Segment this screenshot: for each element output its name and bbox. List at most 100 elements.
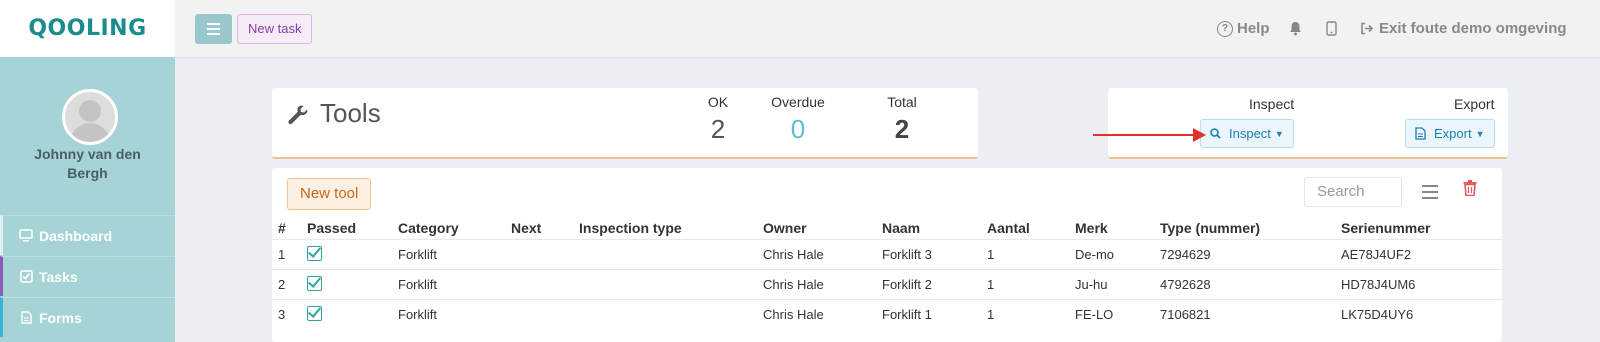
help-label: Help <box>1237 20 1270 37</box>
actions-card: Inspect Inspect ▼ Export Export ▼ <box>1108 88 1508 159</box>
exit-label: Exit foute demo omgeving <box>1379 20 1567 37</box>
question-circle-icon: ? <box>1217 20 1233 37</box>
sign-out-icon <box>1361 22 1374 35</box>
column-header[interactable]: Inspection type <box>573 216 757 240</box>
search-icon <box>1210 128 1221 139</box>
table-row[interactable]: 1 Forklift Chris Hale Forklift 3 1 De-mo… <box>272 239 1502 270</box>
column-header[interactable]: Aantal <box>981 216 1069 240</box>
ok-value: 2 <box>710 114 726 144</box>
table-header-row: # Passed Category Next Inspection type O… <box>272 216 1502 240</box>
avatar-body-shape <box>70 123 110 142</box>
overdue-label: Overdue <box>771 94 825 110</box>
exit-demo-link[interactable]: Exit foute demo omgeving <box>1360 0 1567 57</box>
column-header[interactable]: # <box>272 216 301 240</box>
notifications-button[interactable] <box>1289 0 1302 57</box>
column-header[interactable]: Naam <box>876 216 981 240</box>
monitor-icon <box>19 229 33 243</box>
cell-naam: Forklift 3 <box>876 239 981 270</box>
file-text-icon <box>1415 127 1426 140</box>
slider-line <box>1422 191 1438 193</box>
cell-category: Forklift <box>392 269 505 300</box>
total-label: Total <box>887 94 917 110</box>
column-header[interactable]: Owner <box>757 216 876 240</box>
cell-number: 1 <box>272 239 301 270</box>
cell-merk: Ju-hu <box>1069 269 1154 300</box>
mobile-icon <box>1326 21 1337 36</box>
cell-category: Forklift <box>392 299 505 329</box>
cell-merk: De-mo <box>1069 239 1154 270</box>
column-header[interactable]: Passed <box>301 216 392 240</box>
cell-owner: Chris Hale <box>757 239 876 270</box>
menu-toggle-button[interactable] <box>195 14 232 44</box>
help-link[interactable]: ? Help <box>1217 0 1270 57</box>
check-square-icon <box>307 275 322 291</box>
check-square-icon <box>19 270 33 284</box>
check-square-icon <box>307 305 322 321</box>
sidebar-item-label: Forms <box>39 309 82 326</box>
sliders-icon[interactable] <box>1422 181 1438 201</box>
total-value: 2 <box>894 114 910 144</box>
cell-type: 7106821 <box>1154 299 1335 329</box>
sidebar: QOOLING Johnny van den Bergh Dashboard T… <box>0 0 175 342</box>
inspect-button-label: Inspect <box>1229 126 1271 141</box>
column-header[interactable]: Type (nummer) <box>1154 216 1335 240</box>
cell-inspection-type <box>573 239 757 270</box>
new-tool-button[interactable]: New tool <box>287 178 372 210</box>
page-title: Tools <box>320 98 381 128</box>
avatar-head-shape <box>79 100 101 122</box>
sidebar-item-forms[interactable]: Forms <box>0 297 175 337</box>
overdue-value: 0 <box>790 114 806 144</box>
ok-stat: OK 2 <box>690 94 746 145</box>
column-header[interactable]: Next <box>505 216 573 240</box>
logo-container[interactable]: QOOLING <box>0 0 175 57</box>
trash-icon[interactable] <box>1463 180 1477 197</box>
sidebar-item-dashboard[interactable]: Dashboard <box>0 215 175 255</box>
mobile-device-button[interactable] <box>1326 0 1337 57</box>
hamburger-icon-line <box>207 33 220 35</box>
cell-category: Forklift <box>392 239 505 270</box>
user-name: Johnny van den Bergh <box>34 146 141 181</box>
cell-inspection-type <box>573 269 757 300</box>
cell-owner: Chris Hale <box>757 269 876 300</box>
hamburger-icon-line <box>207 28 220 30</box>
overdue-stat: Overdue 0 <box>764 94 832 145</box>
cell-type: 4792628 <box>1154 269 1335 300</box>
cell-type: 7294629 <box>1154 239 1335 270</box>
slider-line <box>1422 197 1438 199</box>
cell-serienummer: LK75D4UY6 <box>1335 299 1502 329</box>
table-row[interactable]: 2 Forklift Chris Hale Forklift 2 1 Ju-hu… <box>272 269 1502 300</box>
cell-serienummer: AE78J4UF2 <box>1335 239 1502 270</box>
tools-table: # Passed Category Next Inspection type O… <box>272 216 1502 329</box>
cell-passed <box>301 239 392 270</box>
cell-inspection-type <box>573 299 757 329</box>
column-header[interactable]: Merk <box>1069 216 1154 240</box>
inspect-label: Inspect <box>1249 96 1295 112</box>
table-row[interactable]: 3 Forklift Chris Hale Forklift 1 1 FE-LO… <box>272 299 1502 329</box>
file-icon <box>19 311 33 325</box>
annotation-arrow-shaft <box>1093 134 1195 136</box>
tools-table-card: New tool Search # Passed Category Next I… <box>272 168 1502 342</box>
column-header[interactable]: Serienummer <box>1335 216 1502 240</box>
new-task-button[interactable]: New task <box>237 14 313 44</box>
sidebar-item-tasks[interactable]: Tasks <box>0 256 175 296</box>
cell-aantal: 1 <box>981 269 1069 300</box>
cell-merk: FE-LO <box>1069 299 1154 329</box>
sidebar-item-label: Tasks <box>39 268 78 285</box>
cell-next <box>505 299 573 329</box>
avatar[interactable] <box>62 89 118 145</box>
cell-aantal: 1 <box>981 239 1069 270</box>
caret-down-icon: ▼ <box>1475 128 1485 139</box>
cell-naam: Forklift 1 <box>876 299 981 329</box>
search-input[interactable]: Search <box>1304 177 1402 207</box>
check-square-icon <box>307 245 322 261</box>
bell-icon <box>1290 22 1301 36</box>
wrench-icon <box>287 104 309 132</box>
export-dropdown-button[interactable]: Export ▼ <box>1405 119 1495 148</box>
logo[interactable]: QOOLING <box>28 16 146 41</box>
cell-number: 2 <box>272 269 301 300</box>
cell-number: 3 <box>272 299 301 329</box>
inspect-dropdown-button[interactable]: Inspect ▼ <box>1200 119 1294 148</box>
column-header[interactable]: Category <box>392 216 505 240</box>
total-stat: Total 2 <box>874 94 930 145</box>
cell-next <box>505 239 573 270</box>
